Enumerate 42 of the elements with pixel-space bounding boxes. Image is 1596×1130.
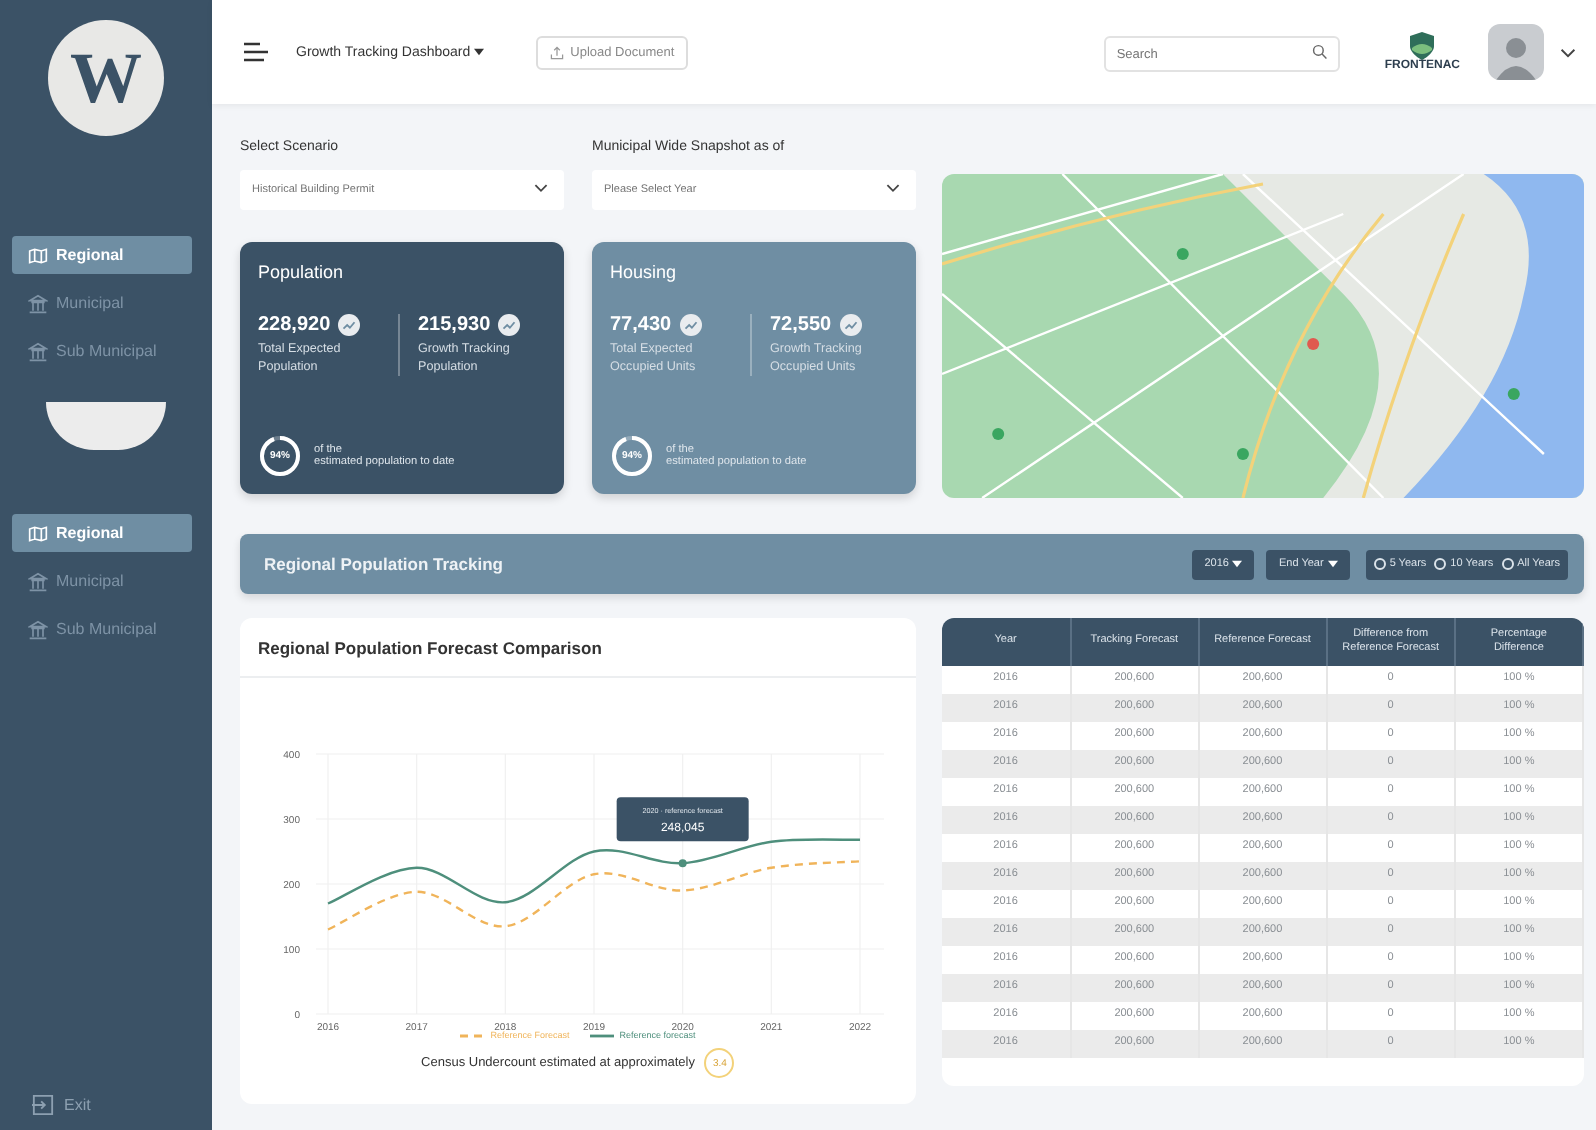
nav-item[interactable]: Regional [12, 514, 192, 552]
menu-icon[interactable] [244, 42, 268, 62]
nav-item[interactable]: Sub Municipal [12, 610, 192, 648]
building-icon [28, 341, 48, 361]
building-icon [28, 571, 48, 591]
building-icon [28, 619, 48, 639]
stat-value: 215,930 [418, 314, 491, 336]
logo: W [48, 20, 164, 136]
upload-icon [550, 45, 565, 59]
legend-line-icon [460, 1033, 485, 1037]
trend-icon [679, 314, 702, 336]
data-point[interactable] [678, 859, 687, 868]
shield-logo-icon [1408, 32, 1437, 60]
stat-value: 228,920 [258, 314, 331, 336]
stat-value: 77,430 [610, 314, 672, 336]
avatar[interactable] [1488, 24, 1544, 80]
card-title: Population [258, 262, 346, 282]
nav-item[interactable]: Regional [12, 236, 192, 274]
chevron-down-icon[interactable] [1560, 47, 1576, 57]
map-icon [28, 523, 48, 543]
chevron-down-icon [534, 183, 548, 193]
chart-title: Regional Population Forecast Comparison [240, 618, 916, 678]
legend-line-icon [589, 1033, 614, 1037]
exit-icon [32, 1094, 54, 1116]
map-drawing[interactable] [942, 174, 1584, 498]
search-icon [1312, 44, 1329, 60]
nav-item[interactable]: Municipal [12, 562, 192, 600]
nav-item[interactable]: Sub Municipal [12, 332, 192, 370]
trend-icon [498, 314, 521, 336]
map-icon [28, 245, 48, 265]
card-title: Housing [610, 262, 679, 282]
exit-button[interactable]: Exit [20, 1092, 103, 1118]
building-icon [28, 293, 48, 313]
caret-down-icon [474, 48, 485, 56]
caret-down-icon [1232, 560, 1243, 568]
stat-value: 72,550 [770, 314, 832, 336]
trend-icon [338, 314, 361, 336]
trend-icon [839, 314, 862, 336]
chevron-down-icon [886, 183, 900, 193]
nav-item[interactable]: Municipal [12, 284, 192, 322]
section-title: Regional Population Tracking [264, 554, 503, 574]
caret-down-icon [1327, 560, 1338, 568]
